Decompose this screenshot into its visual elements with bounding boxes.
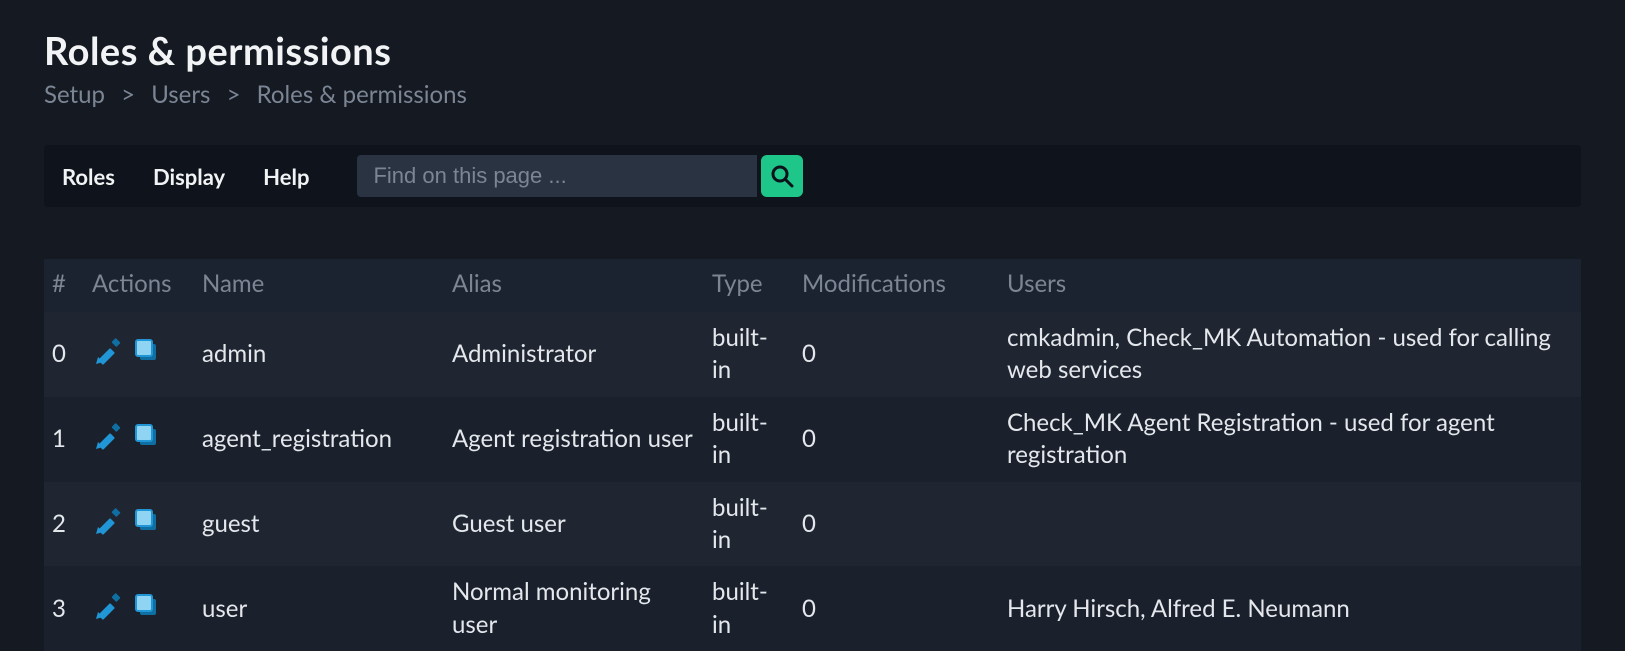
- table-row: 0adminAdministratorbuilt-in0cmkadmin, Ch…: [44, 312, 1581, 397]
- col-index[interactable]: #: [44, 259, 84, 312]
- search-icon: [769, 163, 795, 189]
- cell-type: built-in: [704, 482, 794, 567]
- col-actions[interactable]: Actions: [84, 259, 194, 312]
- cell-actions: [84, 397, 194, 482]
- breadcrumb-item[interactable]: Roles & permissions: [257, 80, 467, 109]
- cell-index: 0: [44, 312, 84, 397]
- cell-index: 3: [44, 566, 84, 651]
- pencil-icon: [94, 421, 124, 451]
- table-row: 1 agent_registrationAgent registration us…: [44, 397, 1581, 482]
- edit-role-button[interactable]: [92, 419, 126, 453]
- menu-help[interactable]: Help: [263, 163, 309, 190]
- edit-role-button[interactable]: [92, 504, 126, 538]
- clone-role-button[interactable]: [130, 334, 164, 368]
- breadcrumb-item[interactable]: Users: [151, 80, 210, 109]
- table-row: 2 guestGuest userbuilt-in0: [44, 482, 1581, 567]
- cell-alias: Administrator: [444, 312, 704, 397]
- cell-users: [999, 482, 1581, 567]
- cell-alias: Guest user: [444, 482, 704, 567]
- search-input[interactable]: [357, 155, 757, 197]
- clone-role-button[interactable]: [130, 589, 164, 623]
- clone-role-button[interactable]: [130, 419, 164, 453]
- breadcrumb-item[interactable]: Setup: [44, 80, 105, 109]
- cell-name: admin: [194, 312, 444, 397]
- cell-modifications: 0: [794, 312, 999, 397]
- pencil-icon: [94, 591, 124, 621]
- table-row: 3 userNormal monitoring userbuilt-in0Harr…: [44, 566, 1581, 651]
- cell-name: guest: [194, 482, 444, 567]
- page-title: Roles & permissions: [44, 28, 1581, 74]
- cell-name: agent_registration: [194, 397, 444, 482]
- breadcrumb: Setup > Users > Roles & permissions: [44, 80, 1581, 109]
- roles-table: # Actions Name Alias Type Modifications …: [44, 259, 1581, 651]
- clone-icon: [132, 591, 162, 621]
- clone-role-button[interactable]: [130, 504, 164, 538]
- clone-icon: [132, 421, 162, 451]
- pencil-icon: [94, 336, 124, 366]
- cell-index: 2: [44, 482, 84, 567]
- cell-users: Check_MK Agent Registration - used for a…: [999, 397, 1581, 482]
- cell-type: built-in: [704, 566, 794, 651]
- cell-alias: Agent registration user: [444, 397, 704, 482]
- col-users[interactable]: Users: [999, 259, 1581, 312]
- cell-modifications: 0: [794, 397, 999, 482]
- cell-actions: [84, 482, 194, 567]
- cell-index: 1: [44, 397, 84, 482]
- table-header-row: # Actions Name Alias Type Modifications …: [44, 259, 1581, 312]
- cell-alias: Normal monitoring user: [444, 566, 704, 651]
- clone-icon: [132, 506, 162, 536]
- cell-users: Harry Hirsch, Alfred E. Neumann: [999, 566, 1581, 651]
- menu-roles[interactable]: Roles: [62, 163, 115, 190]
- cell-modifications: 0: [794, 566, 999, 651]
- search-button[interactable]: [761, 155, 803, 197]
- cell-actions: [84, 312, 194, 397]
- menu-display[interactable]: Display: [153, 163, 225, 190]
- col-type[interactable]: Type: [704, 259, 794, 312]
- page-toolbar: Roles Display Help: [44, 145, 1581, 207]
- cell-type: built-in: [704, 397, 794, 482]
- clone-icon: [132, 336, 162, 366]
- col-alias[interactable]: Alias: [444, 259, 704, 312]
- breadcrumb-separator: >: [111, 80, 145, 109]
- breadcrumb-separator: >: [217, 80, 251, 109]
- cell-modifications: 0: [794, 482, 999, 567]
- page-search: [357, 155, 803, 197]
- cell-type: built-in: [704, 312, 794, 397]
- col-name[interactable]: Name: [194, 259, 444, 312]
- col-modifications[interactable]: Modifications: [794, 259, 999, 312]
- cell-users: cmkadmin, Check_MK Automation - used for…: [999, 312, 1581, 397]
- cell-actions: [84, 566, 194, 651]
- edit-role-button[interactable]: [92, 334, 126, 368]
- pencil-icon: [94, 506, 124, 536]
- edit-role-button[interactable]: [92, 589, 126, 623]
- cell-name: user: [194, 566, 444, 651]
